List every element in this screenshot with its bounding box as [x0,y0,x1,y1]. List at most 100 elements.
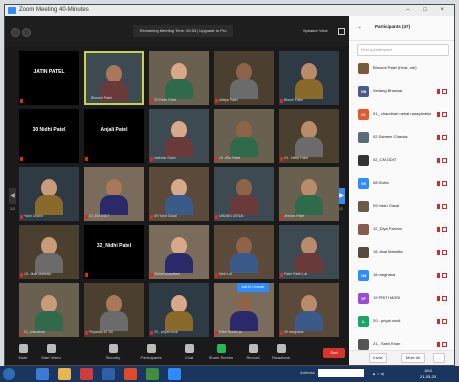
participant-row[interactable]: 2- 20 - priyal modi [349,311,454,334]
muted-mic-icon [85,273,88,277]
zoom-window: Zoom Meeting 40-Minutes – □ × Remaining … [4,4,455,366]
chrome-icon[interactable] [146,368,159,380]
security-button[interactable]: Security [97,344,129,360]
next-page-arrow-icon[interactable]: ▶ [338,188,345,204]
muted-mic-icon [280,99,283,103]
word-icon[interactable] [102,368,115,380]
meeting-time-banner[interactable]: Remaining Meeting Time: 09:53 | Upgrade … [133,25,233,37]
video-tile[interactable]: Jeevan Patel [279,167,339,221]
participant-row[interactable]: 08 08 Divita [349,173,454,196]
video-tile[interactable]: Neel Lal [214,225,274,279]
window-controls[interactable]: – □ × [406,5,450,16]
participant-row[interactable]: 1P 19 PRITI MODI [349,288,454,311]
participant-row[interactable]: 12_Diya Parmar [349,219,454,242]
speaker-view-button[interactable]: Speaker View [303,26,328,36]
encryption-shield-icon[interactable] [22,28,31,37]
video-tile[interactable]: 01_chaudhari [19,283,79,337]
video-tile[interactable]: 24 - Hetul Patel [279,109,339,163]
video-tile[interactable]: 30 meghana [279,283,339,337]
powerpoint-icon[interactable] [124,368,137,380]
participant-video [279,225,339,279]
taskbar-clock[interactable]: 18:0 21-05-20 [420,368,436,380]
muted-mic-icon [280,331,283,335]
video-tile[interactable]: 15 -Ritu Patel [214,109,274,163]
video-tile[interactable]: 09-Yash Gosai [149,167,209,221]
video-tile[interactable]: Yash Chand [19,167,79,221]
participant-body [295,137,323,157]
participant-avatar [358,339,369,350]
video-tile[interactable]: Aditya Patel [214,51,274,105]
chat-button[interactable]: Chat [173,344,205,360]
video-tile[interactable]: Vishal chaudhari [149,225,209,279]
ie-icon[interactable] [36,368,49,380]
meeting-toolbar: Mute Start Video Security Participants C… [5,341,349,365]
muted-mic-icon [150,331,153,335]
invite-button[interactable]: Invite [369,353,387,363]
info-icon[interactable] [11,28,20,37]
acrobat-icon[interactable] [80,368,93,380]
participant-video [149,109,209,163]
start-video-button[interactable]: Start Video [35,344,67,360]
tile-display-name: Anjali Patel [100,127,128,133]
participant-avatar [358,132,369,143]
tile-name-label: Neel Lal [219,272,232,276]
participant-row[interactable]: 02_CM DDIT [349,150,454,173]
video-tile[interactable]: UMANG DESAI [214,167,274,221]
participant-row[interactable]: 09-Yash Gosai [349,196,454,219]
address-label: Address [300,370,315,375]
participant-body [165,79,193,99]
tile-name-label: Vaibhav Shah [154,156,176,160]
tile-name-label: Vishal chaudhari [154,272,180,276]
participant-row[interactable]: 15-Jinal Mahetta [349,242,454,265]
video-tile[interactable]: Bhumi Patel [279,51,339,105]
system-tray-icons[interactable]: ▲ ⌂ ◂) [372,371,384,376]
participant-row[interactable]: 01 01_ chaudhari nehal narayanbhai [349,104,454,127]
muted-mic-icon [215,99,218,103]
start-button-icon[interactable] [3,368,15,380]
tile-display-name: JATIN PATEL [33,69,65,75]
prev-page-arrow-icon[interactable]: ◀ [9,188,16,204]
collapse-chevron-icon[interactable]: ⌄ [357,23,362,30]
participant-video [19,225,79,279]
participant-body [230,253,258,273]
zoom-taskbar-icon[interactable] [168,368,181,380]
participant-name: 18 meghana [373,272,396,277]
video-tile[interactable]: 30 Nidhi Patel [19,109,79,163]
participant-avatar [358,224,369,235]
mute-all-button[interactable]: Mute All [401,353,425,363]
video-tile[interactable]: 20 - priyal modi [149,283,209,337]
more-options-button[interactable]: ... [433,353,445,363]
participant-row[interactable]: VB Vedang Bhavsar [349,81,454,104]
participants-button[interactable]: Participants [135,344,167,360]
ask-to-unmute-tooltip[interactable]: Ask to Unmute [237,283,269,292]
end-meeting-button[interactable]: End [323,348,345,358]
video-tile[interactable]: 32_Nidhi Patel [84,225,144,279]
participant-search-input[interactable]: Find a participant [357,44,449,56]
muted-mic-icon [150,273,153,277]
participant-avatar [358,201,369,212]
muted-mic-icon [150,157,153,161]
share-screen-button[interactable]: Share Screen [205,344,237,360]
video-tile[interactable]: Priyanka M. Dh [84,283,144,337]
participant-row[interactable]: Bhoomi Patel (Host, me) [349,58,454,81]
smiley-icon [276,344,286,353]
video-tile[interactable]: Vaibhav Shah [149,109,209,163]
video-tile[interactable]: 15- Jinal Mahetta [19,225,79,279]
reactions-button[interactable]: Reactions [265,344,297,360]
video-tile[interactable]: 02_EM DDIT [84,167,144,221]
file-explorer-icon[interactable] [58,368,71,380]
fullscreen-icon[interactable] [338,28,345,35]
muted-mic-icon [215,157,218,161]
address-input[interactable] [318,369,364,377]
participant-row[interactable]: 02 Sameer Chavda [349,127,454,150]
video-tile[interactable]: 20 Parth Patel [149,51,209,105]
participant-avatar: 1P [358,293,369,304]
muted-mic-icon [20,273,23,277]
video-tile[interactable]: JATIN PATEL [19,51,79,105]
participant-name: 09-Yash Gosai [373,203,400,208]
video-tile[interactable]: Anjali Patel [84,109,144,163]
muted-status-icon [437,296,447,301]
participant-row[interactable]: 1M 18 meghana [349,265,454,288]
video-tile[interactable]: Patel Parth Lal [279,225,339,279]
video-tile[interactable]: Bhoomi Patel [84,51,144,105]
